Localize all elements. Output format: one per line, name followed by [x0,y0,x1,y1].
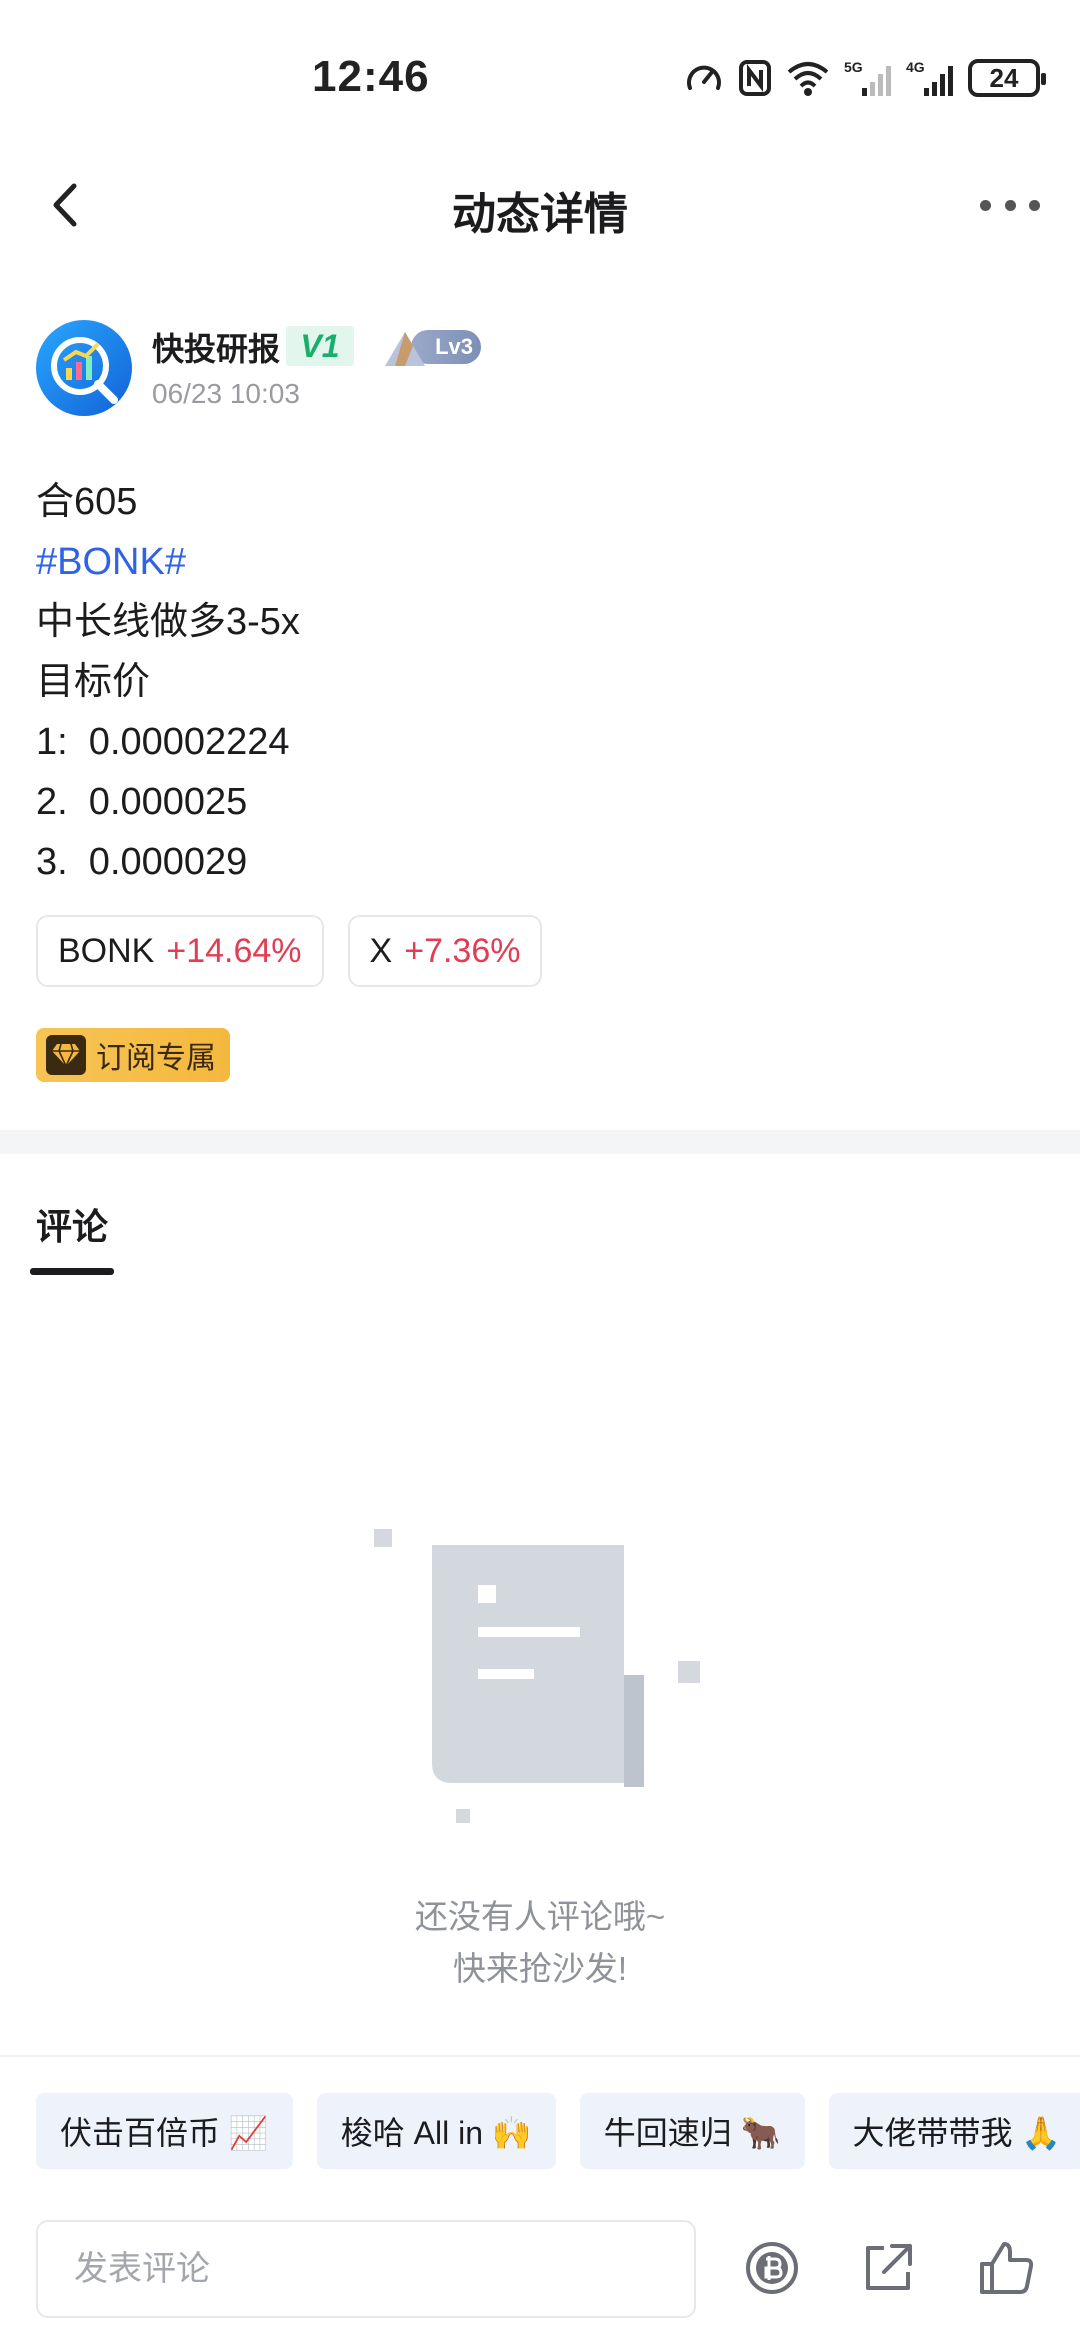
status-time: 12:46 [312,52,430,101]
post-line: 中长线做多3-5x [36,601,300,643]
ticker-symbol: BONK [58,931,155,970]
post-line: 目标价 [36,661,151,703]
author-name[interactable]: 快投研报 [152,324,280,370]
share-button[interactable] [858,2238,918,2298]
quick-reply-chip[interactable]: 大佬带带我 🙏 [828,2093,1080,2169]
empty-state-line-2: 快来抢沙发! [452,1950,628,1987]
quick-reply-chip[interactable]: 伏击百倍币 📈 [36,2093,293,2169]
analytics-logo-icon [51,337,118,404]
coin-icon [746,2242,798,2294]
quick-reply-chip[interactable]: 牛回速归 🐂 [579,2093,805,2169]
signal-5g-icon: 5G [844,58,892,98]
bottom-divider [0,2055,1080,2057]
post-content: 合605 #BONK# 中长线做多3-5x 目标价 1: 0.00002224 … [36,472,1046,892]
ticker-chip-x[interactable]: X +7.36% [347,915,543,987]
post-timestamp: 06/23 10:03 [152,378,300,409]
subscription-label: 订阅专属 [96,1042,216,1075]
post-line: 合605 [36,481,138,523]
comment-input[interactable] [36,2220,696,2318]
dot-icon [1004,199,1016,211]
mountain-icon [385,332,425,366]
avatar[interactable] [36,320,132,416]
nav-bar: 动态详情 [0,150,1080,260]
author-header: 快投研报 V1 Lv3 06/23 10:03 [36,320,1036,420]
level-badge: Lv3 [381,326,481,368]
post-line: 3. 0.000029 [36,841,248,883]
quick-reply-chip[interactable]: 梭哈 All in 🙌 [316,2093,556,2169]
dot-icon [980,199,991,211]
diamond-icon [46,1035,86,1075]
post-line: 2. 0.000025 [36,781,248,823]
status-bar: 12:46 5G 4G 24 [0,0,1080,150]
like-button[interactable] [976,2238,1036,2298]
ticker-list: BONK +14.64% X +7.36% [36,915,543,987]
share-icon [866,2244,912,2290]
battery-indicator: 24 [968,59,1046,97]
tab-indicator [30,1268,114,1275]
status-icons: 5G 4G 24 [684,56,1046,100]
empty-state-line-1: 还没有人评论哦~ [414,1898,666,1935]
section-divider [0,1130,1080,1154]
tip-button[interactable] [742,2238,802,2298]
vip-badge: V1 [286,326,354,366]
subscription-badge: 订阅专属 [36,1028,230,1082]
more-options-button[interactable] [980,190,1040,220]
svg-text:5G: 5G [844,59,863,75]
empty-document-icon [374,1529,700,1823]
ticker-change: +7.36% [404,931,521,970]
nfc-icon [738,58,772,98]
page-title: 动态详情 [452,190,628,239]
ticker-change: +14.64% [166,931,302,970]
tab-comments[interactable]: 评论 [36,1198,108,1250]
post-line: 1: 0.00002224 [36,721,290,763]
post-hashtag[interactable]: #BONK# [36,532,1046,592]
svg-text:4G: 4G [906,59,925,75]
ticker-symbol: X [369,931,393,970]
speed-icon [684,58,724,98]
signal-4g-icon: 4G [906,58,954,98]
wifi-icon [786,58,830,98]
thumbs-up-icon [980,2242,1034,2294]
dot-icon [1029,199,1040,211]
ticker-chip-bonk[interactable]: BONK +14.64% [36,915,324,987]
quick-reply-list: 伏击百倍币 📈 梭哈 All in 🙌 牛回速归 🐂 大佬带带我 🙏 [36,2093,1080,2169]
empty-state-illustration [370,1525,720,1825]
